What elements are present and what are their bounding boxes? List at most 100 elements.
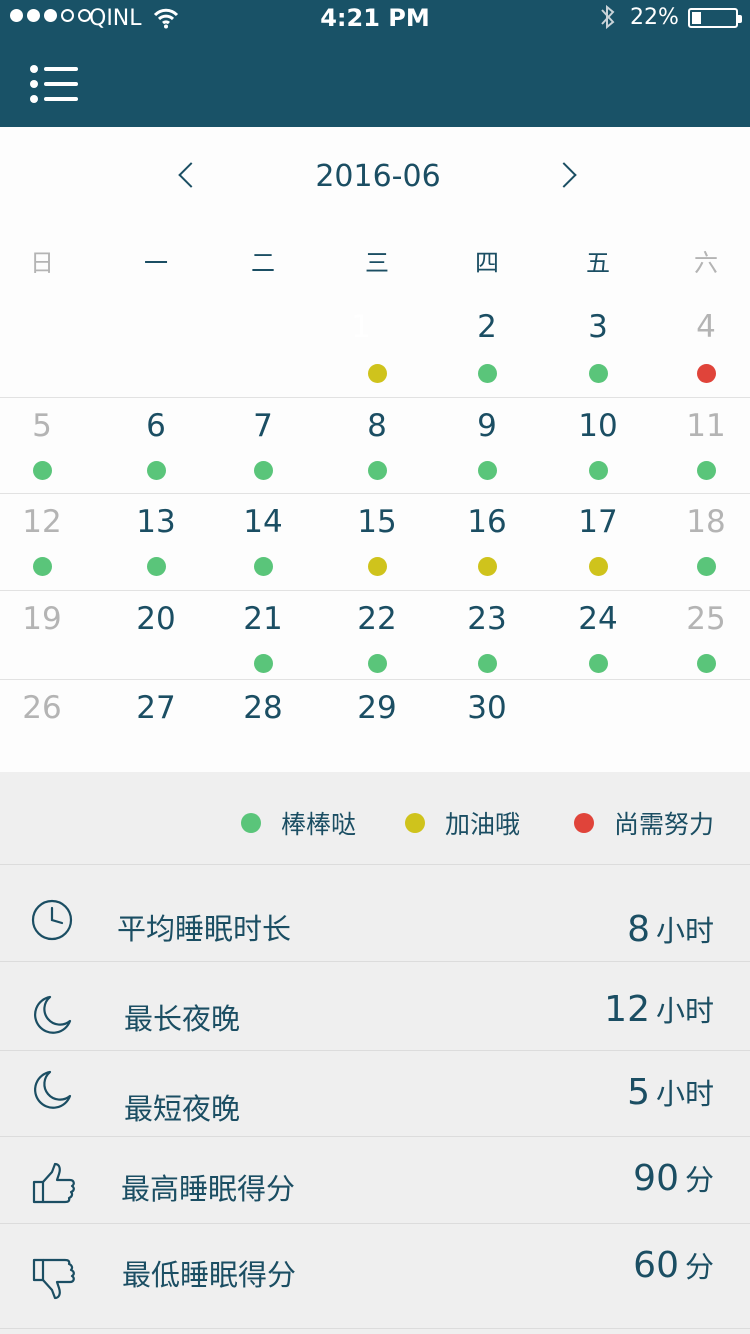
calendar-day-number: 8: [367, 408, 387, 444]
calendar-day[interactable]: 27: [111, 688, 201, 728]
calendar-day[interactable]: 13: [111, 502, 201, 576]
mood-dot-green: [477, 364, 497, 383]
calendar-day-number: 24: [578, 601, 618, 637]
stat-value: 8 小时: [627, 908, 714, 950]
mood-legend: 棒棒哒 加油哦 尚需努力: [0, 772, 750, 865]
calendar-day[interactable]: 28: [218, 688, 308, 728]
weekday-label: 五: [586, 249, 610, 277]
legend-item: 棒棒哒: [241, 808, 357, 839]
calendar-day-number: 6: [146, 408, 166, 444]
mood-dot-green: [696, 654, 716, 673]
calendar-day-number: 19: [22, 601, 62, 637]
stat-label: 最低睡眠得分: [122, 1258, 297, 1292]
stat-label: 最长夜晚: [124, 1002, 241, 1036]
stat-unit: 分: [684, 1250, 714, 1284]
calendar-day[interactable]: 29: [332, 688, 422, 728]
weekday-label: 六: [694, 249, 718, 277]
calendar-day[interactable]: 22: [332, 599, 422, 673]
calendar-day[interactable]: 2: [442, 307, 532, 383]
app-header: QINL 4:21 PM 22%: [0, 0, 750, 127]
calendar-day-number: 7: [253, 408, 273, 444]
calendar-day[interactable]: 11: [661, 406, 750, 480]
mood-dot-green: [696, 461, 716, 480]
bluetooth-icon: [598, 2, 618, 38]
calendar-day[interactable]: 23: [442, 599, 532, 673]
calendar-day-number: 18: [686, 504, 726, 540]
moon-icon: [30, 991, 78, 1039]
mood-dot-green: [146, 557, 166, 576]
weekday-header: 日一二三四五六: [0, 243, 750, 283]
next-month-chevron-icon[interactable]: [553, 157, 583, 197]
calendar-day[interactable]: 19: [0, 599, 87, 639]
month-navigation: 2016-06: [0, 127, 750, 237]
thumbs-down-icon: [30, 1254, 78, 1302]
calendar-day-number: 9: [477, 408, 497, 444]
legend-label: 加油哦: [445, 810, 521, 839]
calendar-day[interactable]: 14: [218, 502, 308, 576]
mood-dot-green: [588, 654, 608, 673]
calendar-day-number: 11: [686, 408, 726, 444]
mood-dot-red: [696, 364, 716, 383]
calendar-week-row: 26 27 28 29 30: [0, 679, 750, 772]
calendar-day[interactable]: 1: [332, 307, 422, 383]
calendar-day[interactable]: 26: [0, 688, 87, 728]
clock-icon: [30, 898, 78, 946]
calendar-day[interactable]: 24: [553, 599, 643, 673]
stat-row: 最短夜晚 5 小时: [0, 1051, 750, 1137]
legend-label: 尚需努力: [614, 810, 715, 839]
moon-icon: [30, 1066, 78, 1114]
weekday-label: 日: [30, 249, 54, 277]
mood-dot-green: [253, 654, 273, 673]
calendar-day-number: 3: [588, 309, 608, 345]
calendar-day[interactable]: 7: [218, 406, 308, 480]
calendar-week-row: 12 13 14 15 16 17 18: [0, 493, 750, 590]
calendar-day[interactable]: 20: [111, 599, 201, 639]
month-label: 2016-06: [315, 159, 441, 194]
calendar-day-number: 21: [243, 601, 283, 637]
weekday-label: 四: [475, 249, 499, 277]
calendar-day[interactable]: 3: [553, 307, 643, 383]
calendar-day[interactable]: 17: [553, 502, 643, 576]
mood-dot-green: [588, 364, 608, 383]
calendar-day[interactable]: 4: [661, 307, 750, 383]
battery-percent: 22%: [630, 5, 679, 30]
mood-dot-green: [253, 461, 273, 480]
calendar-week-row: 5 6 7 8 9 10 11: [0, 397, 750, 493]
calendar-day-number: 22: [357, 601, 397, 637]
mood-dot-yellow: [588, 557, 608, 576]
calendar-day-number: 27: [136, 690, 176, 726]
stat-unit: 小时: [655, 994, 714, 1028]
calendar-day-number: 1: [351, 309, 371, 345]
mood-dot-green: [367, 654, 387, 673]
calendar-week-row: 1 2 3 4: [0, 297, 750, 397]
weekday-label: 一: [144, 249, 168, 277]
calendar-day[interactable]: 15: [332, 502, 422, 576]
stat-value: 60 分: [633, 1244, 714, 1286]
calendar-day[interactable]: 21: [218, 599, 308, 673]
mood-dot-yellow: [367, 557, 387, 576]
calendar-day-number: 4: [696, 309, 716, 345]
calendar-day[interactable]: 25: [661, 599, 750, 673]
mood-dot-green: [367, 461, 387, 480]
stat-row: 平均睡眠时长 8 小时: [0, 866, 750, 962]
mood-dot-green: [696, 557, 716, 576]
calendar-day[interactable]: 16: [442, 502, 532, 576]
calendar: 2016-06 日一二三四五六 1 2 3 4 5 6 7 8 9 10 11 12 13 14 15 16 1…: [0, 127, 750, 772]
mood-dot-green: [32, 461, 52, 480]
calendar-day[interactable]: 9: [442, 406, 532, 480]
mood-dot-green: [588, 461, 608, 480]
legend-label: 棒棒哒: [281, 810, 357, 839]
mood-dot-green: [477, 654, 497, 673]
calendar-day[interactable]: 6: [111, 406, 201, 480]
calendar-day[interactable]: 10: [553, 406, 643, 480]
menu-list-icon[interactable]: [30, 64, 80, 106]
mood-dot-green: [253, 557, 273, 576]
calendar-day[interactable]: 18: [661, 502, 750, 576]
calendar-day[interactable]: 12: [0, 502, 87, 576]
calendar-day[interactable]: 5: [0, 406, 87, 480]
calendar-day[interactable]: 30: [442, 688, 532, 728]
stat-row: 最高睡眠得分 90 分: [0, 1137, 750, 1224]
calendar-day-number: 10: [578, 408, 618, 444]
calendar-day[interactable]: 8: [332, 406, 422, 480]
stat-label: 最短夜晚: [124, 1092, 241, 1126]
